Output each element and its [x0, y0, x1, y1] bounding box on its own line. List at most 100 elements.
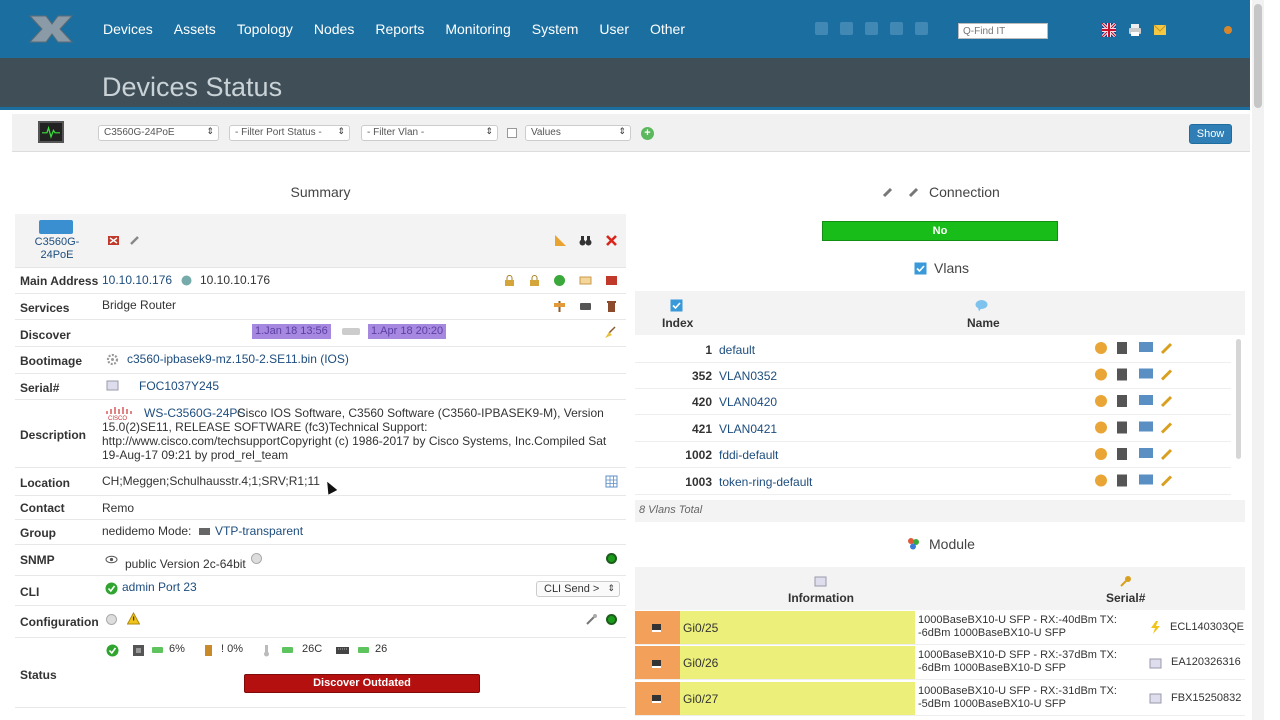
card-icon[interactable] — [579, 274, 592, 287]
chevron-down-icon: ⇕ — [618, 126, 626, 136]
nav-user[interactable]: User — [599, 21, 629, 37]
vlan-name-header[interactable]: Name — [967, 316, 1000, 330]
vlan-name[interactable]: token-ring-default — [719, 475, 812, 489]
config-info-icon[interactable] — [105, 613, 118, 626]
ruler-icon[interactable] — [554, 234, 567, 247]
netdisco-logo[interactable] — [28, 14, 74, 44]
serial-value[interactable]: FOC1037Y245 — [139, 379, 219, 393]
group-mode[interactable]: VTP-transparent — [215, 524, 303, 538]
mail-icon[interactable] — [1153, 23, 1167, 37]
nav-topology[interactable]: Topology — [237, 21, 293, 37]
memory-value: ! 0% — [221, 643, 244, 655]
nav-monitoring[interactable]: Monitoring — [445, 21, 510, 37]
eye-icon[interactable] — [105, 553, 118, 566]
discover-outdated-badge[interactable]: Discover Outdated — [244, 674, 480, 693]
module-port[interactable]: Gi0/27 — [680, 682, 915, 715]
bootimage-value[interactable]: c3560-ipbasek9-mz.150-2.SE11.bin (IOS) — [127, 352, 349, 366]
show-button[interactable]: Show — [1189, 124, 1232, 144]
sign-icon[interactable] — [553, 300, 566, 313]
vlan-name[interactable]: fddi-default — [719, 448, 778, 462]
connection-heading: Connection — [929, 184, 1000, 200]
page-scrollbar[interactable] — [1252, 0, 1264, 720]
module-serial: FBX15250832 — [1171, 692, 1242, 704]
nav-other[interactable]: Other — [650, 21, 685, 37]
lock-icon[interactable] — [528, 274, 541, 287]
configuration-label: Configuration — [20, 615, 99, 629]
vlan-index-header[interactable]: Index — [662, 316, 693, 330]
connection-status-bar: No — [822, 221, 1058, 241]
vlan-checkbox-icon — [914, 262, 927, 275]
bus-icon[interactable] — [579, 300, 592, 313]
information-icon — [814, 576, 827, 587]
values-select-value: Values — [531, 127, 561, 138]
print-icon[interactable] — [1128, 23, 1142, 37]
port-status-filter[interactable]: - Filter Port Status - ⇕ — [229, 125, 350, 141]
world-icon[interactable] — [553, 274, 566, 287]
vlan-filter[interactable]: - Filter Vlan - ⇕ — [361, 125, 498, 141]
vlan-scrollbar[interactable] — [1236, 339, 1241, 459]
nav-nodes[interactable]: Nodes — [314, 21, 354, 37]
link-icon[interactable] — [915, 22, 928, 35]
find-it-input[interactable] — [958, 23, 1048, 39]
main-address-value[interactable]: 10.10.10.176 — [102, 273, 172, 287]
info-icon[interactable] — [250, 552, 263, 565]
ports-value: 26 — [375, 643, 388, 655]
cpu-icon — [133, 645, 144, 656]
module-description: 1000BaseBX10-U SFP - RX:-31dBm TX: -5dBm… — [918, 685, 1117, 710]
monitor-icon[interactable] — [38, 121, 64, 143]
vlan-index: 352 — [691, 369, 712, 383]
broom-icon[interactable] — [604, 326, 617, 339]
flag-icon[interactable] — [1102, 23, 1116, 37]
switch-icon[interactable] — [39, 220, 73, 234]
chevron-down-icon: ⇕ — [337, 126, 345, 136]
warning-icon[interactable] — [127, 612, 140, 625]
delete-device-icon[interactable] — [107, 234, 120, 247]
cli-value[interactable]: admin Port 23 — [122, 580, 197, 594]
vlan-name[interactable]: VLAN0421 — [719, 422, 777, 436]
globe-icon — [181, 275, 192, 286]
device-select-value: C3560G-24PoE — [104, 127, 175, 138]
ports-icon — [336, 647, 349, 654]
cli-send-select[interactable]: CLI Send > ⇕ — [536, 581, 620, 597]
serial-icon — [1149, 693, 1162, 704]
module-port[interactable]: Gi0/25 — [680, 611, 915, 644]
services-value: Bridge Router — [102, 298, 177, 312]
lock-icon[interactable] — [503, 274, 516, 287]
trash-icon[interactable] — [605, 300, 618, 313]
vlan-action-icons[interactable] — [1095, 342, 1173, 487]
nav-system[interactable]: System — [532, 21, 579, 37]
grid-icon[interactable] — [605, 475, 618, 488]
sfp-icon — [652, 660, 661, 668]
vlan-name[interactable]: VLAN0352 — [719, 369, 777, 383]
device-search-icon[interactable] — [865, 22, 878, 35]
link-icon — [882, 187, 893, 198]
module-icon — [908, 538, 919, 550]
close-icon[interactable] — [605, 234, 618, 247]
values-checkbox[interactable] — [507, 128, 517, 138]
chevron-down-icon: ⇕ — [607, 583, 615, 593]
device-select[interactable]: C3560G-24PoE ⇕ — [98, 125, 219, 141]
link-icon[interactable] — [128, 234, 141, 247]
nav-devices[interactable]: Devices — [103, 21, 153, 37]
tools-icon[interactable] — [585, 613, 598, 626]
module-information-header[interactable]: Information — [788, 591, 854, 605]
values-select[interactable]: Values ⇕ — [525, 125, 631, 141]
vlan-index: 1 — [705, 343, 712, 357]
first-discover-date: 1.Jan 18 13:56 — [252, 324, 331, 339]
module-port[interactable]: Gi0/26 — [680, 646, 915, 679]
nav-assets[interactable]: Assets — [174, 21, 216, 37]
snmp-value: public Version 2c-64bit — [125, 557, 246, 571]
nav-reports[interactable]: Reports — [375, 21, 424, 37]
lightning-icon — [1151, 621, 1160, 634]
device-list-icon[interactable] — [840, 22, 853, 35]
device-icon[interactable] — [815, 22, 828, 35]
vlan-name[interactable]: default — [719, 343, 755, 357]
device-name[interactable]: C3560G-24PoE — [30, 236, 84, 262]
binoculars-icon[interactable] — [579, 234, 592, 247]
device-edit-icon[interactable] — [890, 22, 903, 35]
add-icon[interactable]: + — [641, 127, 654, 140]
vlan-name[interactable]: VLAN0420 — [719, 395, 777, 409]
module-serial-header[interactable]: Serial# — [1106, 591, 1145, 605]
cancel-icon[interactable] — [605, 274, 618, 287]
page-scrollbar-thumb[interactable] — [1254, 4, 1262, 108]
